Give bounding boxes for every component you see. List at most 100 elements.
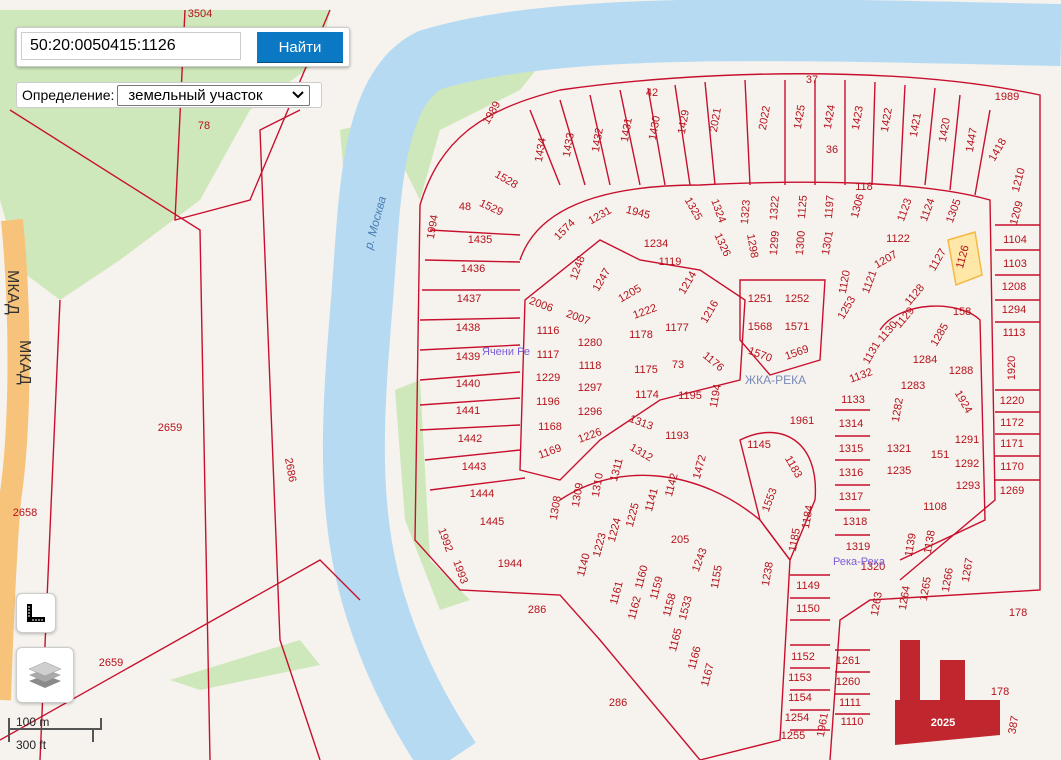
parcel-label[interactable]: 1571	[785, 321, 809, 333]
parcel-label[interactable]: 1317	[839, 491, 863, 503]
parcel-label[interactable]: 1441	[456, 405, 480, 417]
parcel-label[interactable]: 73	[672, 359, 684, 371]
parcel-label[interactable]: 1208	[1002, 281, 1026, 293]
parcel-label[interactable]: 178	[1009, 607, 1027, 619]
parcel-label[interactable]: 1989	[995, 91, 1019, 103]
parcel-label[interactable]: 1316	[839, 467, 863, 479]
parcel-label[interactable]: 1170	[1000, 461, 1024, 473]
parcel-label[interactable]: 1175	[634, 364, 658, 376]
parcel-label[interactable]: 1284	[913, 354, 937, 366]
parcel-label[interactable]: 1111	[839, 697, 861, 709]
parcel-label[interactable]: 1269	[1000, 485, 1024, 497]
definition-select[interactable]: земельный участок	[117, 84, 311, 106]
parcel-label[interactable]: 2025	[931, 717, 955, 729]
parcel-label[interactable]: 1116	[537, 325, 560, 337]
parcel-label[interactable]: 1251	[748, 293, 772, 305]
parcel-label[interactable]: 1283	[901, 380, 925, 392]
parcel-label[interactable]: 1220	[1000, 395, 1024, 407]
parcel-label[interactable]: 1436	[461, 263, 485, 275]
parcel-label[interactable]: 1319	[846, 541, 870, 553]
parcel-label[interactable]: 36	[826, 144, 838, 156]
parcel-label[interactable]: 1229	[536, 372, 560, 384]
parcel-label[interactable]: 1445	[480, 516, 504, 528]
parcel-label[interactable]: 286	[609, 697, 627, 709]
parcel-label[interactable]: 3504	[188, 8, 212, 20]
parcel-label[interactable]: 1122	[886, 233, 910, 245]
parcel-label[interactable]: 1323	[739, 199, 753, 224]
parcel-label[interactable]: 1196	[536, 396, 560, 408]
parcel-label[interactable]: 1171	[1000, 438, 1024, 450]
parcel-label[interactable]: 1296	[578, 406, 602, 418]
parcel-label[interactable]: 37	[806, 74, 818, 86]
parcel-label[interactable]: 1234	[644, 238, 668, 250]
cadastral-map[interactable]: 1434 1433 1432 1431 1430 1429 2021 2022 1425 1424…	[0, 0, 1061, 760]
parcel-label[interactable]: 1125	[796, 195, 810, 220]
parcel-label[interactable]: 78	[198, 120, 210, 132]
parcel-label[interactable]: 1117	[537, 349, 560, 361]
parcel-label[interactable]: 178	[991, 686, 1009, 698]
parcel-label[interactable]: 1145	[747, 439, 771, 451]
parcel-label[interactable]: 1439	[456, 351, 480, 363]
parcel-label[interactable]: 1435	[468, 234, 492, 246]
parcel-label[interactable]: 1172	[1000, 417, 1024, 429]
parcel-label[interactable]: 1442	[458, 433, 482, 445]
parcel-label[interactable]: 1322	[768, 195, 782, 220]
parcel-label[interactable]: 1177	[665, 322, 689, 334]
parcel-label[interactable]: 1291	[955, 434, 979, 446]
parcel-label[interactable]: 1440	[456, 378, 480, 390]
parcel-label[interactable]: 1961	[790, 415, 814, 427]
parcel-label[interactable]: 1235	[887, 465, 911, 477]
parcel-label[interactable]: 1149	[796, 580, 820, 592]
parcel-label[interactable]: 1261	[836, 655, 860, 667]
parcel-label[interactable]: 1438	[456, 322, 480, 334]
parcel-label[interactable]: 1443	[462, 461, 486, 473]
parcel-label[interactable]: 1133	[841, 394, 865, 406]
parcel-label[interactable]: 42	[646, 87, 658, 99]
parcel-label[interactable]: 1252	[785, 293, 809, 305]
parcel-label[interactable]: 1254	[785, 712, 809, 724]
parcel-label[interactable]: 48	[459, 201, 471, 213]
cadastral-number-input[interactable]: 50:20:0050415:1126	[21, 32, 241, 60]
parcel-label[interactable]: 1294	[1002, 304, 1026, 316]
parcel-label[interactable]: 1280	[578, 337, 602, 349]
parcel-label[interactable]: 1153	[788, 672, 812, 684]
parcel-label[interactable]: 1174	[635, 389, 659, 401]
parcel-label[interactable]: 1318	[843, 516, 867, 528]
parcel-label[interactable]: 1568	[748, 321, 772, 333]
parcel-label[interactable]: 1299	[768, 230, 782, 255]
parcel-label[interactable]: 118	[855, 181, 873, 193]
parcel-label[interactable]: 1178	[629, 329, 653, 341]
parcel-label[interactable]: 1321	[887, 443, 911, 455]
parcel-label[interactable]: 286	[528, 604, 546, 616]
parcel-label[interactable]: 2659	[158, 422, 182, 434]
parcel-label[interactable]: 2659	[99, 657, 123, 669]
parcel-label[interactable]: 1154	[788, 692, 812, 704]
parcel-label[interactable]: 1444	[470, 488, 494, 500]
parcel-label[interactable]: 1437	[457, 293, 481, 305]
parcel-label[interactable]: 1293	[956, 480, 980, 492]
search-button[interactable]: Найти	[257, 32, 343, 62]
layers-button[interactable]	[16, 647, 74, 703]
parcel-label[interactable]: 1255	[781, 730, 805, 742]
parcel-label[interactable]: 1195	[678, 390, 702, 402]
parcel-label[interactable]: 1197	[823, 195, 837, 220]
parcel-label[interactable]: 151	[931, 449, 949, 461]
parcel-label[interactable]: 1944	[498, 558, 522, 570]
parcel-label[interactable]: 1315	[839, 443, 863, 455]
parcel-label[interactable]: 1113	[1003, 327, 1026, 339]
parcel-label[interactable]: 158	[953, 306, 971, 318]
parcel-label[interactable]: 1152	[791, 651, 815, 663]
parcel-label[interactable]: 1104	[1003, 234, 1027, 246]
parcel-label[interactable]: 1300	[794, 230, 808, 255]
ruler-button[interactable]	[16, 593, 56, 633]
parcel-label[interactable]: 1119	[659, 256, 682, 268]
parcel-label[interactable]: 1103	[1003, 258, 1027, 270]
parcel-label[interactable]: 1260	[836, 676, 860, 688]
parcel-label[interactable]: 1292	[955, 458, 979, 470]
parcel-label[interactable]: 1118	[579, 360, 602, 372]
parcel-label[interactable]: 205	[671, 534, 689, 546]
parcel-label[interactable]: 1108	[923, 501, 947, 513]
parcel-label[interactable]: 1920	[1006, 356, 1018, 380]
parcel-label[interactable]: 2658	[13, 507, 37, 519]
parcel-label[interactable]: 1314	[839, 418, 863, 430]
